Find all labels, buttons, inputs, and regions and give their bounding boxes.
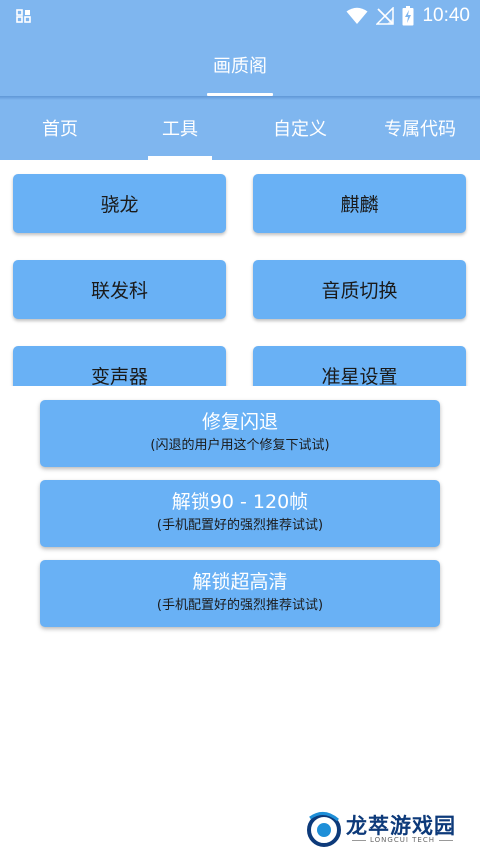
screenshot-icon: [16, 9, 31, 23]
audio-switch-button[interactable]: 音质切换: [253, 260, 466, 319]
tab-home[interactable]: 首页: [0, 96, 120, 160]
app-bar: 画质阁: [0, 32, 480, 96]
no-signal-icon: [376, 7, 395, 25]
unlock-uhd-subtitle: (手机配置好的强烈推荐试试): [156, 598, 324, 613]
mediatek-button[interactable]: 联发科: [13, 260, 226, 319]
fix-crash-button[interactable]: 修复闪退 (闪退的用户用这个修复下试试): [40, 400, 440, 467]
battery-charging-icon: [402, 6, 414, 26]
unlock-fps-subtitle: (手机配置好的强烈推荐试试): [156, 518, 324, 533]
status-time: 10:40: [422, 5, 470, 26]
fix-crash-subtitle: (闪退的用户用这个修复下试试): [150, 438, 330, 453]
tool-grid: 骁龙 麒麟 联发科 音质切换 变声器 准星设置: [0, 160, 480, 386]
status-bar: 10:40: [0, 0, 480, 32]
snapdragon-button[interactable]: 骁龙: [13, 174, 226, 233]
watermark-sub: LONGCUI TECH: [348, 836, 457, 844]
watermark: 龙萃游戏园 LONGCUI TECH: [304, 806, 464, 850]
unlock-fps-button[interactable]: 解锁90 - 120帧 (手机配置好的强烈推荐试试): [40, 480, 440, 547]
tab-exclusive-code[interactable]: 专属代码: [360, 96, 480, 160]
unlock-fps-title: 解锁90 - 120帧: [171, 491, 309, 513]
crosshair-settings-button[interactable]: 准星设置: [253, 346, 466, 386]
app-title: 画质阁: [213, 56, 267, 77]
tab-custom[interactable]: 自定义: [240, 96, 360, 160]
fix-crash-title: 修复闪退: [201, 411, 278, 433]
tab-tools[interactable]: 工具: [120, 96, 240, 160]
kirin-button[interactable]: 麒麟: [253, 174, 466, 233]
tab-bar: 首页 工具 自定义 专属代码: [0, 96, 480, 160]
unlock-uhd-title: 解锁超高清: [192, 571, 288, 593]
voice-changer-button[interactable]: 变声器: [13, 346, 226, 386]
unlock-uhd-button[interactable]: 解锁超高清 (手机配置好的强烈推荐试试): [40, 560, 440, 627]
dragon-logo-icon: [307, 812, 341, 847]
wifi-icon: [346, 7, 368, 24]
